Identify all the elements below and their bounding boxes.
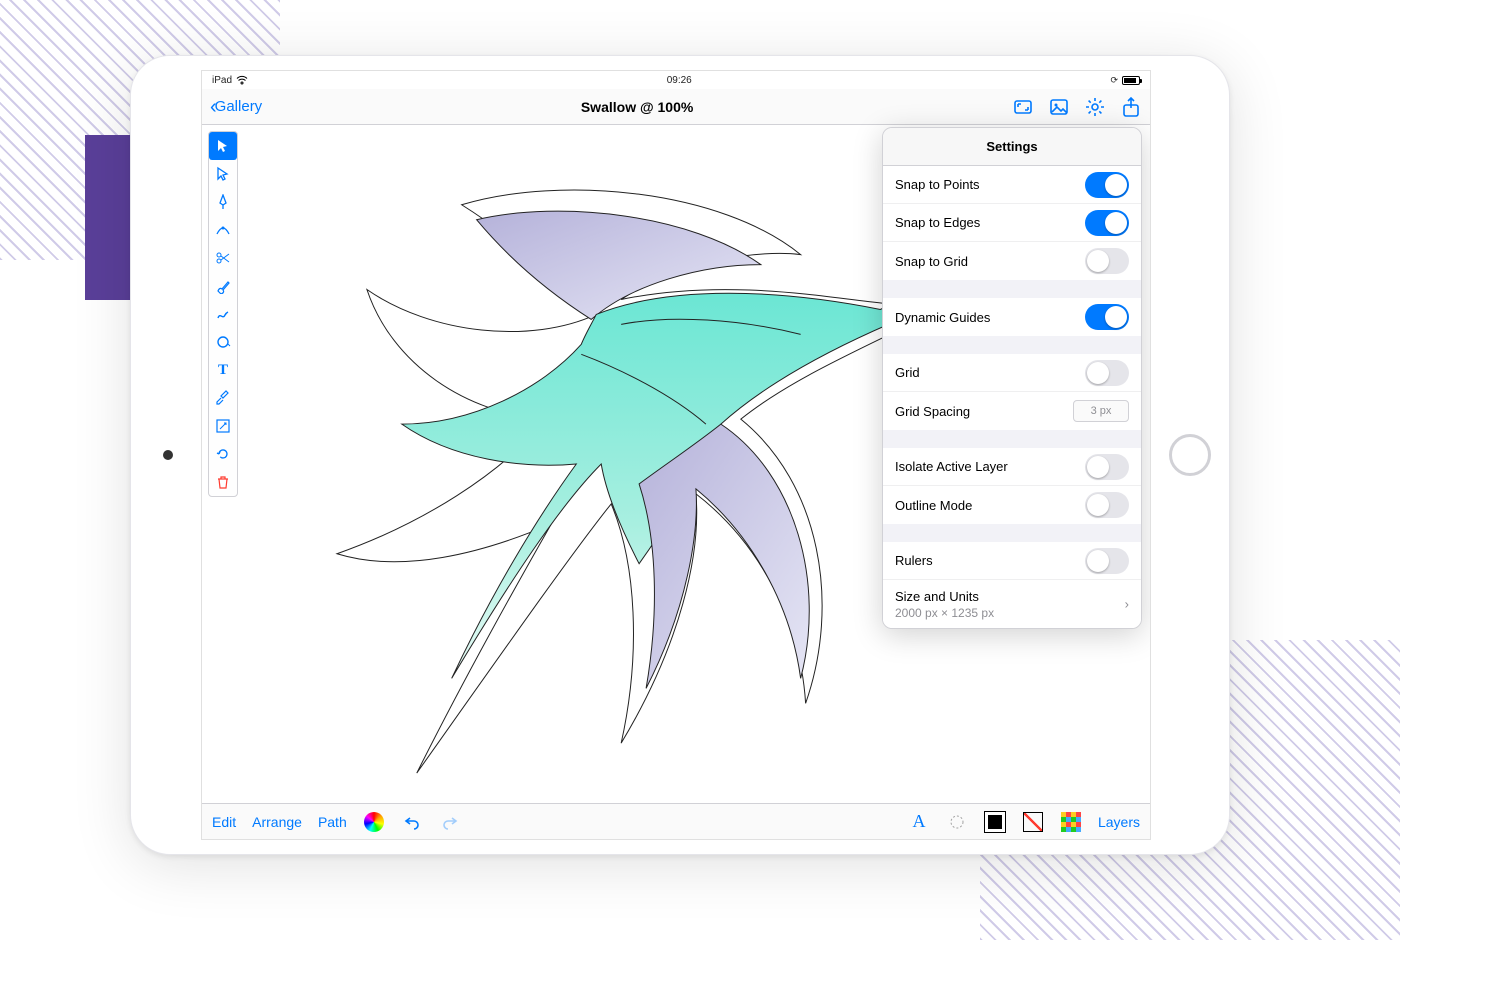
snap-to-edges-switch[interactable] bbox=[1085, 210, 1129, 236]
document-title: Swallow @ 100% bbox=[581, 99, 693, 115]
direct-select-tool[interactable] bbox=[209, 160, 237, 188]
rotate-tool[interactable] bbox=[209, 440, 237, 468]
isolate-layer-label: Isolate Active Layer bbox=[895, 459, 1008, 474]
size-and-units-value: 2000 px × 1235 px bbox=[895, 606, 994, 620]
bottom-toolbar: Edit Arrange Path A Layers bbox=[202, 803, 1150, 839]
outline-mode-switch[interactable] bbox=[1085, 492, 1129, 518]
snap-to-edges-label: Snap to Edges bbox=[895, 215, 980, 230]
layers-button[interactable]: Layers bbox=[1098, 814, 1140, 830]
rulers-label: Rulers bbox=[895, 553, 933, 568]
status-bar: iPad 09:26 ⟳ bbox=[202, 71, 1150, 89]
freehand-tool[interactable] bbox=[209, 300, 237, 328]
snap-to-points-switch[interactable] bbox=[1085, 172, 1129, 198]
device-label: iPad bbox=[212, 75, 232, 86]
grid-switch[interactable] bbox=[1085, 360, 1129, 386]
grid-row: Grid bbox=[883, 354, 1141, 392]
ipad-home-button[interactable] bbox=[1169, 434, 1211, 476]
navigation-bar: ‹ Gallery Swallow @ 100% bbox=[202, 89, 1150, 125]
back-button[interactable]: ‹ Gallery bbox=[210, 97, 262, 117]
isolate-layer-switch[interactable] bbox=[1085, 454, 1129, 480]
path-menu[interactable]: Path bbox=[318, 814, 347, 830]
orientation-lock-icon: ⟳ bbox=[1110, 75, 1118, 86]
grid-label: Grid bbox=[895, 365, 920, 380]
settings-button[interactable] bbox=[1084, 96, 1106, 118]
text-tool[interactable]: T bbox=[209, 356, 237, 384]
outline-mode-row: Outline Mode bbox=[883, 486, 1141, 524]
chevron-right-icon: › bbox=[1125, 597, 1129, 612]
settings-popover: Settings Snap to Points Snap to Edges Sn… bbox=[882, 127, 1142, 629]
settings-title: Settings bbox=[883, 128, 1141, 166]
eyedropper-tool[interactable] bbox=[209, 384, 237, 412]
snap-to-grid-switch[interactable] bbox=[1085, 248, 1129, 274]
color-wheel-button[interactable] bbox=[363, 811, 385, 833]
ipad-camera-icon bbox=[163, 450, 173, 460]
dynamic-guides-row: Dynamic Guides bbox=[883, 298, 1141, 336]
rulers-row: Rulers bbox=[883, 542, 1141, 580]
battery-icon bbox=[1122, 76, 1140, 85]
scale-tool[interactable] bbox=[209, 412, 237, 440]
size-and-units-row[interactable]: Size and Units 2000 px × 1235 px › bbox=[883, 580, 1141, 628]
arrange-menu[interactable]: Arrange bbox=[252, 814, 302, 830]
brush-tool[interactable] bbox=[209, 272, 237, 300]
swatches-button[interactable] bbox=[1060, 811, 1082, 833]
fullscreen-button[interactable] bbox=[1012, 96, 1034, 118]
share-button[interactable] bbox=[1120, 96, 1142, 118]
grid-spacing-field[interactable]: 3 px bbox=[1073, 400, 1129, 422]
add-anchor-tool[interactable] bbox=[209, 216, 237, 244]
snap-to-points-label: Snap to Points bbox=[895, 177, 980, 192]
grid-spacing-label: Grid Spacing bbox=[895, 404, 970, 419]
select-tool[interactable] bbox=[209, 132, 237, 160]
shape-tool[interactable] bbox=[209, 328, 237, 356]
image-button[interactable] bbox=[1048, 96, 1070, 118]
app-screen: iPad 09:26 ⟳ ‹ Gallery Swallow @ 100% bbox=[201, 70, 1151, 840]
back-label: Gallery bbox=[215, 98, 263, 115]
rulers-switch[interactable] bbox=[1085, 548, 1129, 574]
grid-spacing-row: Grid Spacing 3 px bbox=[883, 392, 1141, 430]
isolate-layer-row: Isolate Active Layer bbox=[883, 448, 1141, 486]
effects-button[interactable] bbox=[946, 811, 968, 833]
dynamic-guides-switch[interactable] bbox=[1085, 304, 1129, 330]
ipad-frame: iPad 09:26 ⟳ ‹ Gallery Swallow @ 100% bbox=[130, 55, 1230, 855]
text-style-button[interactable]: A bbox=[908, 811, 930, 833]
snap-to-edges-row: Snap to Edges bbox=[883, 204, 1141, 242]
fill-button[interactable] bbox=[984, 811, 1006, 833]
dynamic-guides-label: Dynamic Guides bbox=[895, 310, 990, 325]
trash-tool[interactable] bbox=[209, 468, 237, 496]
snap-to-grid-label: Snap to Grid bbox=[895, 254, 968, 269]
undo-button[interactable] bbox=[401, 811, 423, 833]
snap-to-points-row: Snap to Points bbox=[883, 166, 1141, 204]
edit-menu[interactable]: Edit bbox=[212, 814, 236, 830]
snap-to-grid-row: Snap to Grid bbox=[883, 242, 1141, 280]
pen-tool[interactable] bbox=[209, 188, 237, 216]
stroke-button[interactable] bbox=[1022, 811, 1044, 833]
wifi-icon bbox=[236, 75, 248, 85]
outline-mode-label: Outline Mode bbox=[895, 498, 972, 513]
clock: 09:26 bbox=[667, 75, 692, 86]
scissors-tool[interactable] bbox=[209, 244, 237, 272]
redo-button[interactable] bbox=[439, 811, 461, 833]
tool-sidebar: T bbox=[208, 131, 238, 497]
size-and-units-label: Size and Units bbox=[895, 589, 979, 604]
